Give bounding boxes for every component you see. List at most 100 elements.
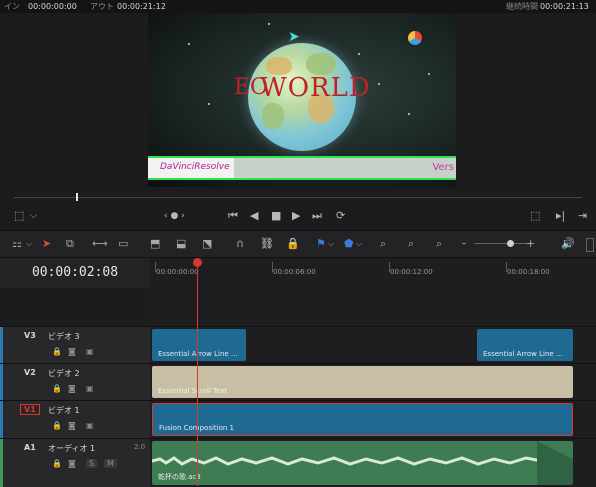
track-name: ビデオ 1 — [48, 406, 80, 415]
play-icon[interactable]: ▶ — [292, 209, 300, 223]
last-frame-icon[interactable]: ⇥ — [578, 209, 587, 223]
skip-forward-icon[interactable]: ⏭ — [312, 209, 322, 223]
track-header-spacer — [0, 288, 150, 326]
solo-button[interactable]: S — [86, 459, 98, 468]
clip-fusion-composition[interactable]: Fusion Composition 1 — [152, 403, 573, 436]
ruler-label: 00:00:00:00 — [156, 268, 199, 276]
chevron-down-icon[interactable]: ⌵ — [328, 237, 334, 251]
layout-icon[interactable]: ⚏ — [12, 237, 22, 251]
auto-select-icon[interactable]: ◙ — [68, 421, 76, 430]
volume-icon[interactable]: 🔊 — [561, 237, 575, 251]
audio-waveform — [152, 441, 573, 485]
scroll-right-text: Vers — [432, 162, 454, 173]
trim-icon[interactable]: ⧉ — [66, 237, 74, 251]
timeline-empty-lane — [150, 288, 596, 326]
lock-icon[interactable]: 🔒 — [52, 384, 62, 393]
in-label: イン — [4, 2, 20, 11]
lock-icon[interactable]: 🔒 — [52, 421, 62, 430]
duration-timecode: 00:00:21:13 — [540, 2, 589, 11]
transport-bar: ⬚ ⌵ ‹ ● › ⏮ ◀ ■ ▶ ⏭ ⟳ ⬚ ▸| ⇥ — [0, 206, 596, 226]
out-timecode: 00:00:21:12 — [117, 2, 166, 11]
track-header-v1[interactable]: V1 ビデオ 1 🔒 ◙ ▣ — [0, 400, 150, 439]
track-color-bar — [0, 401, 3, 439]
viewer-frame[interactable]: EO WORLD ➤ DaVinciResolve Vers — [148, 13, 456, 187]
playhead-line[interactable] — [197, 262, 198, 486]
chevron-down-icon[interactable]: ⌵ — [356, 237, 362, 251]
clip-audio[interactable]: 乾杯の歌.ac3 — [152, 441, 573, 485]
zoom-detail-icon[interactable]: ⌕ — [408, 237, 414, 251]
auto-select-icon[interactable]: ◙ — [68, 384, 76, 393]
next-frame-icon[interactable]: ▸| — [556, 209, 565, 223]
track-header-a1[interactable]: A1 オーディオ 1 2.0 🔒 ◙ S M — [0, 438, 150, 487]
marker-icon[interactable]: ⬟ — [344, 237, 354, 251]
viewer-scrub-bar[interactable] — [14, 197, 582, 198]
razor-icon[interactable]: ▭ — [118, 237, 128, 251]
track-header-v2[interactable]: V2 ビデオ 2 🔒 ◙ ▣ — [0, 363, 150, 401]
track-lane-v2[interactable]: Essential Scroll Text — [150, 363, 596, 401]
zoom-in-icon[interactable]: + — [526, 237, 535, 251]
clip-label: Essential Arrow Line ... — [483, 350, 563, 358]
clip-arrow-line-a[interactable]: Essential Arrow Line ... — [152, 329, 246, 361]
audio-level: 2.0 — [134, 443, 146, 451]
current-timecode[interactable]: 00:00:02:08 — [0, 265, 150, 280]
lock-icon[interactable]: 🔒 — [52, 347, 62, 356]
prev-edit-icon[interactable]: ‹ ● › — [164, 209, 185, 223]
viewer-info-bar: イン 00:00:00:00 アウト 00:00:21:12 継続時間 00:0… — [0, 0, 596, 13]
duration-label: 継続時間 — [506, 2, 538, 11]
zoom-slider[interactable] — [474, 243, 530, 244]
zoom-slider-handle[interactable] — [507, 240, 514, 247]
track-id: A1 — [24, 443, 36, 452]
arrow-graphic-icon: ➤ — [288, 29, 300, 45]
lock-icon[interactable]: 🔒 — [52, 459, 62, 468]
auto-select-icon[interactable]: ◙ — [68, 347, 76, 356]
in-timecode: 00:00:00:00 — [28, 2, 77, 11]
clip-label: Essential Scroll Text — [158, 387, 228, 395]
auto-select-icon[interactable]: ◙ — [68, 459, 76, 468]
clip-label: 乾杯の歌.ac3 — [158, 473, 201, 481]
chevron-down-icon[interactable]: ⌵ — [26, 237, 32, 251]
fullscreen-icon[interactable]: ⬚ — [530, 209, 540, 223]
video-enable-icon[interactable]: ▣ — [86, 347, 94, 356]
mute-button[interactable]: M — [104, 459, 117, 468]
volume-meter[interactable] — [586, 238, 594, 252]
out-label: アウト — [90, 2, 114, 11]
stop-icon[interactable]: ■ — [271, 209, 281, 223]
davinci-logo-icon — [406, 29, 424, 47]
step-back-icon[interactable]: ◀ — [250, 209, 258, 223]
ruler-label: 00:00:18:00 — [507, 268, 550, 276]
dynamic-trim-icon[interactable]: ⟷ — [92, 237, 108, 251]
snap-icon[interactable]: ∩ — [236, 237, 244, 251]
link-icon[interactable]: ⛓ — [260, 237, 274, 251]
zoom-full-icon[interactable]: ⌕ — [380, 237, 386, 251]
track-header-v3[interactable]: V3 ビデオ 3 🔒 ◙ ▣ — [0, 326, 150, 364]
crop-icon[interactable]: ⬚ — [14, 209, 24, 223]
scroll-text-bar: DaVinciResolve Vers — [148, 156, 456, 180]
track-id[interactable]: V1 — [20, 404, 40, 415]
viewer-scrub-handle[interactable] — [76, 193, 78, 201]
playhead-handle[interactable] — [193, 258, 202, 267]
loop-icon[interactable]: ⟳ — [336, 209, 345, 223]
track-lane-v1[interactable]: Fusion Composition 1 — [150, 400, 596, 439]
track-lane-a1[interactable]: 乾杯の歌.ac3 — [150, 438, 596, 487]
insert-icon[interactable]: ⬒ — [150, 237, 160, 251]
track-name: ビデオ 3 — [48, 332, 80, 341]
ruler-label: 00:00:06:00 — [273, 268, 316, 276]
zoom-custom-icon[interactable]: ⌕ — [436, 237, 442, 251]
skip-back-icon[interactable]: ⏮ — [228, 209, 238, 223]
track-color-bar — [0, 439, 3, 487]
flag-icon[interactable]: ⚑ — [316, 237, 326, 251]
clip-scroll-text[interactable]: Essential Scroll Text — [152, 366, 573, 398]
track-lane-v3[interactable]: Essential Arrow Line ... Essential Arrow… — [150, 326, 596, 364]
track-id: V3 — [24, 331, 36, 340]
replace-icon[interactable]: ⬔ — [202, 237, 212, 251]
overlay-title-text: WORLD — [260, 73, 371, 103]
overwrite-icon[interactable]: ⬓ — [176, 237, 186, 251]
video-enable-icon[interactable]: ▣ — [86, 421, 94, 430]
zoom-out-icon[interactable] — [462, 243, 466, 244]
video-enable-icon[interactable]: ▣ — [86, 384, 94, 393]
pointer-icon[interactable]: ➤ — [42, 237, 51, 251]
lock-icon[interactable]: 🔒 — [286, 237, 300, 251]
track-color-bar — [0, 327, 3, 364]
clip-arrow-line-b[interactable]: Essential Arrow Line ... — [477, 329, 573, 361]
chevron-down-icon[interactable]: ⌵ — [30, 209, 37, 223]
